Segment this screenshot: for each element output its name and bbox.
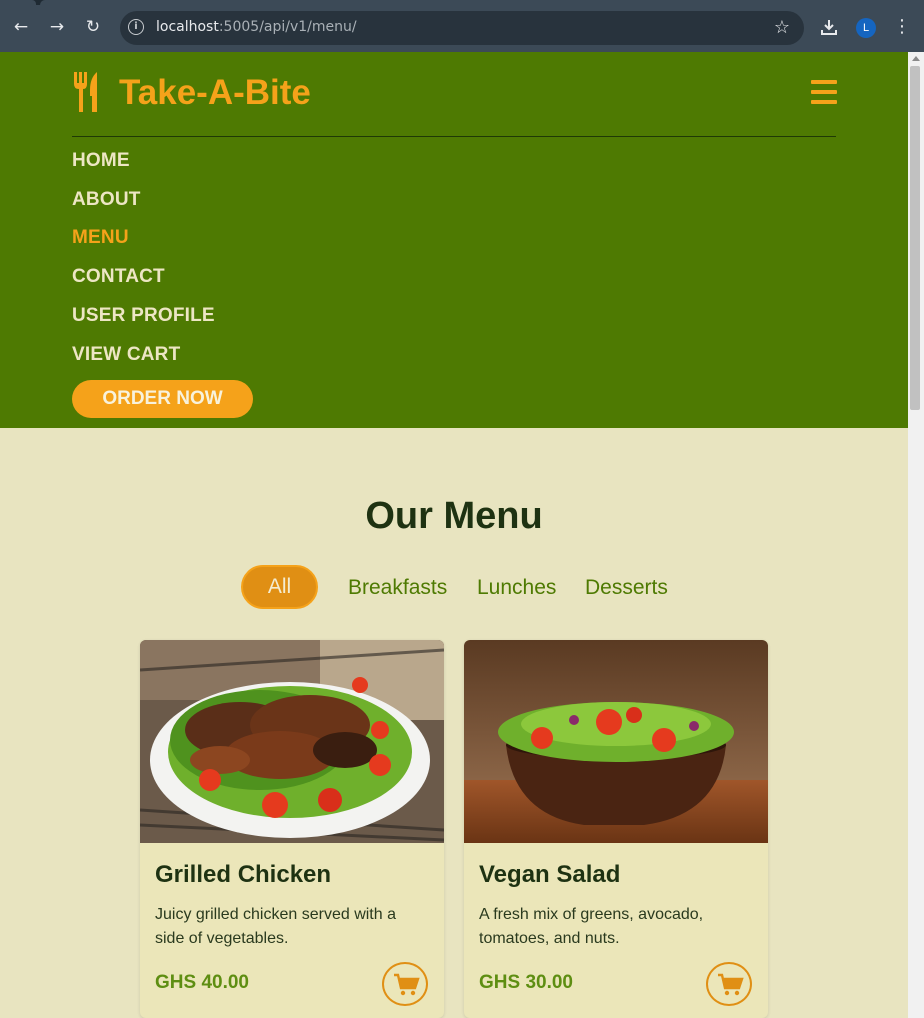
item-name: Vegan Salad	[479, 861, 621, 888]
filter-lunches-tab[interactable]: Lunches	[477, 576, 556, 600]
scroll-up-arrow-icon[interactable]	[912, 56, 920, 61]
item-price: GHS 40.00	[155, 972, 249, 993]
site-header: Take-A-Bite HOME ABOUT MENU CONTACT USER…	[0, 52, 908, 428]
scrollbar-thumb[interactable]	[910, 66, 920, 410]
site-info-icon[interactable]: i	[128, 19, 144, 35]
order-now-button[interactable]: ORDER NOW	[72, 380, 253, 418]
fork-knife-icon	[74, 72, 97, 112]
address-bar[interactable]: i localhost:5005/api/v1/menu/ ☆	[120, 11, 804, 45]
active-tab[interactable]	[40, 0, 924, 5]
hamburger-menu-icon[interactable]	[811, 80, 837, 104]
browser-menu-icon[interactable]: ⋮	[892, 16, 912, 38]
page-title: Our Menu	[365, 495, 543, 537]
reload-icon[interactable]: ↻	[82, 16, 104, 38]
tab-strip	[0, 0, 924, 5]
nav-contact[interactable]: CONTACT	[72, 266, 165, 288]
filter-all-button[interactable]: All	[241, 565, 318, 609]
header-divider	[72, 136, 836, 137]
item-description: A fresh mix of greens, avocado, tomatoes…	[479, 906, 704, 947]
back-arrow-icon[interactable]: ←	[10, 16, 32, 38]
item-price: GHS 30.00	[479, 972, 573, 993]
nav-home[interactable]: HOME	[72, 150, 130, 172]
grilled-chicken-photo	[140, 640, 444, 843]
add-to-cart-button[interactable]	[382, 962, 428, 1006]
cart-icon	[718, 973, 744, 996]
url-text[interactable]: localhost:5005/api/v1/menu/	[156, 19, 357, 35]
url-host: localhost	[156, 19, 219, 35]
item-name: Grilled Chicken	[155, 861, 332, 888]
item-description: Juicy grilled chicken served with a side…	[155, 906, 396, 947]
profile-avatar[interactable]: L	[856, 18, 876, 38]
nav-menu[interactable]: MENU	[72, 227, 129, 249]
menu-card-vegan-salad: Vegan Salad A fresh mix of greens, avoca…	[464, 640, 768, 1018]
nav-about[interactable]: ABOUT	[72, 189, 141, 211]
brand-name[interactable]: Take-A-Bite	[119, 72, 311, 114]
cart-icon	[394, 973, 420, 996]
forward-arrow-icon[interactable]: →	[46, 16, 68, 38]
url-path: :5005/api/v1/menu/	[218, 19, 357, 35]
menu-card-grilled-chicken: Grilled Chicken Juicy grilled chicken se…	[140, 640, 444, 1018]
tab-edge-left	[0, 0, 36, 5]
nav-user-profile[interactable]: USER PROFILE	[72, 305, 215, 327]
vegan-salad-photo	[464, 640, 768, 843]
bookmark-star-icon[interactable]: ☆	[774, 17, 790, 38]
page-scrollbar[interactable]	[908, 52, 924, 1018]
filter-desserts-tab[interactable]: Desserts	[585, 576, 668, 600]
nav-view-cart[interactable]: VIEW CART	[72, 344, 180, 366]
download-icon[interactable]	[819, 17, 839, 37]
add-to-cart-button[interactable]	[706, 962, 752, 1006]
browser-toolbar: ← → ↻ i localhost:5005/api/v1/menu/ ☆ L …	[0, 0, 924, 52]
filter-breakfasts-tab[interactable]: Breakfasts	[348, 576, 447, 600]
